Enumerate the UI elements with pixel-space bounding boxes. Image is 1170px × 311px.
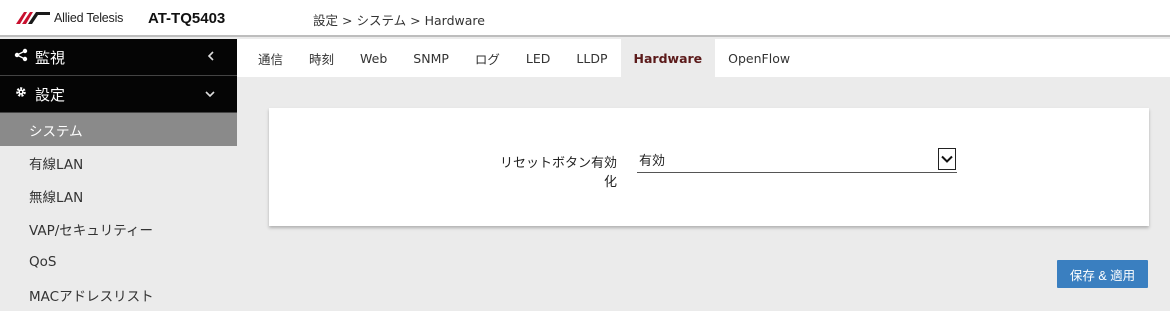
device-model: AT-TQ5403 [148,10,226,27]
save-apply-button[interactable]: 保存 & 適用 [1057,260,1148,288]
breadcrumb-item[interactable]: システム [357,13,407,28]
tab-communication[interactable]: 通信 [245,39,296,77]
tab-hardware[interactable]: Hardware [620,39,716,77]
sidebar-item-wireless-lan[interactable]: 無線LAN [0,179,237,212]
sidebar: 監視 設定 システム 有線LAN 無線LAN VAP/セキュリティー QoS M… [0,39,237,306]
tab-lldp[interactable]: LLDP [563,39,620,77]
settings-card: リセットボタン有効化 有効 [269,108,1149,226]
breadcrumb-separator: > [410,13,421,28]
share-icon [13,48,29,66]
tab-snmp[interactable]: SNMP [400,39,462,77]
reset-button-enable-select[interactable]: 有効 [637,146,957,173]
tab-log[interactable]: ログ [462,39,513,77]
allied-telesis-logo: Allied Telesis [16,10,123,26]
chevron-left-icon [207,50,215,64]
top-header: Allied Telesis AT-TQ5403 設定 > システム > Hardwar… [0,0,1170,37]
sidebar-item-system[interactable]: システム [0,113,237,146]
breadcrumb-separator: > [342,13,353,28]
chevron-down-icon[interactable] [938,148,956,170]
select-value: 有効 [639,153,666,169]
tab-bar: 通信 時刻 Web SNMP ログ LED LLDP Hardware Open… [237,39,1170,77]
tab-web[interactable]: Web [347,39,400,77]
sidebar-item-wired-lan[interactable]: 有線LAN [0,146,237,179]
sidebar-item-label: 設定 [35,85,66,104]
sidebar-item-label: 監視 [35,48,66,67]
tab-led[interactable]: LED [513,39,564,77]
sidebar-item-monitor[interactable]: 監視 [0,39,237,76]
breadcrumb-item[interactable]: 設定 [313,13,338,28]
tab-openflow[interactable]: OpenFlow [715,39,803,77]
sidebar-item-vap-security[interactable]: VAP/セキュリティー [0,212,237,245]
logo-text: Allied Telesis [54,11,124,25]
breadcrumb: 設定 > システム > Hardware [313,10,485,29]
sidebar-item-qos[interactable]: QoS [0,245,237,278]
reset-button-enable-label: リセットボタン有効化 [499,156,617,190]
chevron-down-icon [205,87,215,101]
sidebar-item-settings[interactable]: 設定 [0,76,237,113]
gear-icon [13,85,29,103]
tab-time[interactable]: 時刻 [296,39,347,77]
logo-mark-icon [16,12,50,24]
sidebar-item-mac-address-list[interactable]: MACアドレスリスト [0,278,237,311]
breadcrumb-item: Hardware [424,13,485,28]
